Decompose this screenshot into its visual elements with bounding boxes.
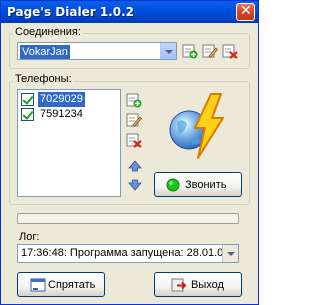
exit-icon bbox=[171, 278, 187, 292]
connection-selected-value: VokarJan bbox=[20, 45, 70, 59]
add-connection-button[interactable] bbox=[182, 43, 198, 59]
chevron-down-icon[interactable] bbox=[160, 43, 176, 59]
log-label: Лог: bbox=[19, 231, 40, 243]
call-button-label: Звонить bbox=[185, 178, 227, 191]
phone-number: 7029029 bbox=[38, 92, 85, 107]
add-phone-button[interactable] bbox=[126, 92, 142, 108]
hide-button-label: Спрятать bbox=[48, 278, 96, 291]
minimize-window-icon bbox=[30, 278, 46, 292]
move-up-button[interactable] bbox=[127, 158, 143, 174]
close-button[interactable]: ✕ bbox=[236, 3, 255, 21]
globe-lightning-icon bbox=[169, 93, 224, 159]
green-status-icon bbox=[166, 178, 180, 192]
exit-button-label: Выход bbox=[191, 278, 224, 291]
close-icon: ✕ bbox=[240, 3, 252, 19]
exit-button[interactable]: Выход bbox=[154, 272, 242, 297]
title-bar[interactable]: Page's Dialer 1.0.2 ✕ bbox=[1, 1, 258, 23]
connections-label: Соединения: bbox=[13, 26, 83, 38]
delete-phone-button[interactable] bbox=[126, 132, 142, 148]
delete-connection-button[interactable] bbox=[222, 43, 238, 59]
hide-button[interactable]: Спрятать bbox=[17, 272, 105, 297]
edit-phone-button[interactable] bbox=[126, 112, 142, 128]
phone-list[interactable]: 7029029 7591234 bbox=[17, 89, 121, 197]
window-title: Page's Dialer 1.0.2 bbox=[7, 5, 134, 19]
phones-label: Телефоны: bbox=[13, 73, 74, 85]
list-item[interactable]: 7591234 bbox=[20, 107, 116, 122]
move-down-button[interactable] bbox=[127, 177, 143, 193]
chevron-down-icon[interactable] bbox=[222, 245, 238, 262]
call-button[interactable]: Звонить bbox=[154, 172, 242, 197]
log-select[interactable]: 17:36:48: Программа запущена: 28.01.0 bbox=[17, 244, 239, 263]
edit-connection-button[interactable] bbox=[202, 43, 218, 59]
list-item[interactable]: 7029029 bbox=[20, 92, 116, 107]
connection-select[interactable]: VokarJan bbox=[17, 42, 177, 60]
phone-number: 7591234 bbox=[40, 108, 83, 120]
phone-checkbox[interactable] bbox=[21, 108, 34, 121]
phone-checkbox[interactable] bbox=[21, 93, 34, 106]
log-value: 17:36:48: Программа запущена: 28.01.0 bbox=[21, 247, 224, 259]
progress-bar bbox=[17, 213, 239, 224]
dialer-window: Page's Dialer 1.0.2 ✕ Соединения: VokarJ… bbox=[0, 0, 259, 305]
